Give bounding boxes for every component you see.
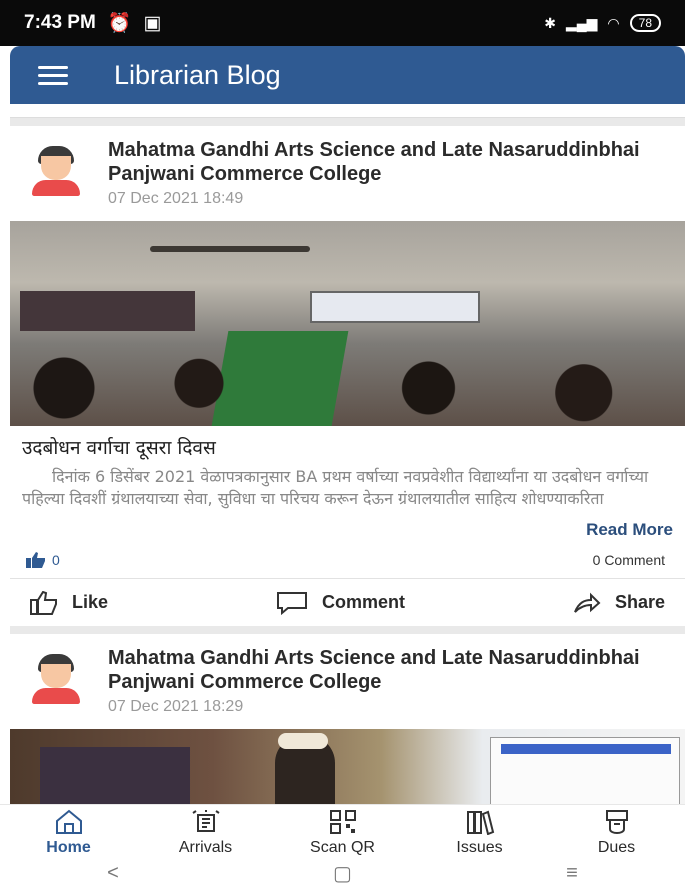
status-right-icons: ✱ ▂▄▆ ◠ 78 (544, 14, 661, 32)
post-card: Mahatma Gandhi Arts Science and Late Nas… (10, 126, 685, 626)
post-author: Mahatma Gandhi Arts Science and Late Nas… (108, 139, 640, 185)
nav-dues-label: Dues (597, 838, 636, 856)
home-icon (55, 809, 82, 834)
comment-icon (276, 591, 307, 615)
nav-home-label: Home (46, 838, 91, 856)
notification-icons: ⏰ ▣ (108, 11, 162, 35)
avatar (30, 654, 82, 706)
books-icon (466, 810, 494, 835)
status-time: 7:43 PM (24, 12, 96, 33)
post-image[interactable] (10, 221, 685, 426)
like-count: 0 (26, 552, 60, 568)
nav-scan-qr[interactable]: Scan QR (288, 809, 398, 857)
system-navigation: < ▢ ≡ (0, 860, 685, 886)
nav-issues[interactable]: Issues (425, 809, 535, 857)
previous-post-actions (10, 104, 685, 118)
share-button[interactable]: Share (573, 592, 665, 614)
bluetooth-icon: ✱ (544, 14, 556, 31)
dues-icon (605, 809, 628, 834)
post-image[interactable] (10, 729, 685, 804)
recents-icon[interactable]: ≡ (566, 862, 578, 885)
post-date: 07 Dec 2021 18:29 (108, 698, 244, 715)
menu-icon[interactable] (38, 65, 68, 85)
like-button[interactable]: Like (30, 590, 109, 615)
status-bar: 7:43 PM ⏰ ▣ ✱ ▂▄▆ ◠ 78 (0, 0, 685, 46)
share-icon (574, 592, 601, 613)
post-title: उदबोधन वर्गाचा दूसरा दिवस (22, 437, 216, 459)
app-bar: Librarian Blog (10, 46, 685, 104)
nav-arrivals[interactable]: Arrivals (151, 809, 261, 857)
nav-issues-label: Issues (456, 838, 503, 856)
thumbs-up-icon (30, 590, 57, 615)
thumbs-up-filled-icon (26, 552, 45, 568)
wifi-icon: ◠ (607, 14, 620, 31)
nav-home[interactable]: Home (14, 809, 124, 857)
nav-scan-qr-label: Scan QR (310, 838, 375, 856)
post-header: Mahatma Gandhi Arts Science and Late Nas… (10, 126, 685, 221)
nav-arrivals-label: Arrivals (178, 838, 233, 856)
share-label: Share (614, 592, 665, 612)
home-square-icon[interactable]: ▢ (333, 861, 352, 886)
app-title: Librarian Blog (114, 59, 281, 90)
post-author: Mahatma Gandhi Arts Science and Late Nas… (108, 647, 640, 693)
comment-label: Comment (321, 592, 405, 612)
post-date: 07 Dec 2021 18:49 (108, 190, 244, 207)
battery-icon: 78 (629, 14, 661, 32)
like-count-value: 0 (52, 552, 60, 568)
post-excerpt: दिनांक 6 डिसेंबर 2021 वेळापत्रकानुसार BA… (22, 467, 649, 508)
signal-icon: ▂▄▆ (565, 14, 598, 31)
qr-icon (329, 809, 356, 834)
arrivals-icon (191, 809, 220, 832)
bottom-navigation: Home Arrivals Scan QR Issues Dues (0, 804, 685, 860)
post-feed[interactable]: Mahatma Gandhi Arts Science and Late Nas… (10, 104, 685, 804)
alarm-icon: ⏰ (107, 13, 132, 34)
read-more-link[interactable]: Read More (10, 510, 685, 540)
app-notification-icon: ▣ (143, 12, 162, 34)
post-card: Mahatma Gandhi Arts Science and Late Nas… (10, 634, 685, 804)
comment-count[interactable]: 0 Comment (593, 552, 665, 568)
post-header: Mahatma Gandhi Arts Science and Late Nas… (10, 634, 685, 729)
back-icon[interactable]: < (107, 862, 119, 885)
comment-button[interactable]: Comment (276, 591, 405, 615)
avatar (30, 146, 82, 198)
nav-dues[interactable]: Dues (562, 809, 672, 857)
post-stats: 0 0 Comment (10, 540, 685, 568)
post-actions: Like Comment Share (10, 578, 685, 626)
like-label: Like (72, 592, 109, 612)
